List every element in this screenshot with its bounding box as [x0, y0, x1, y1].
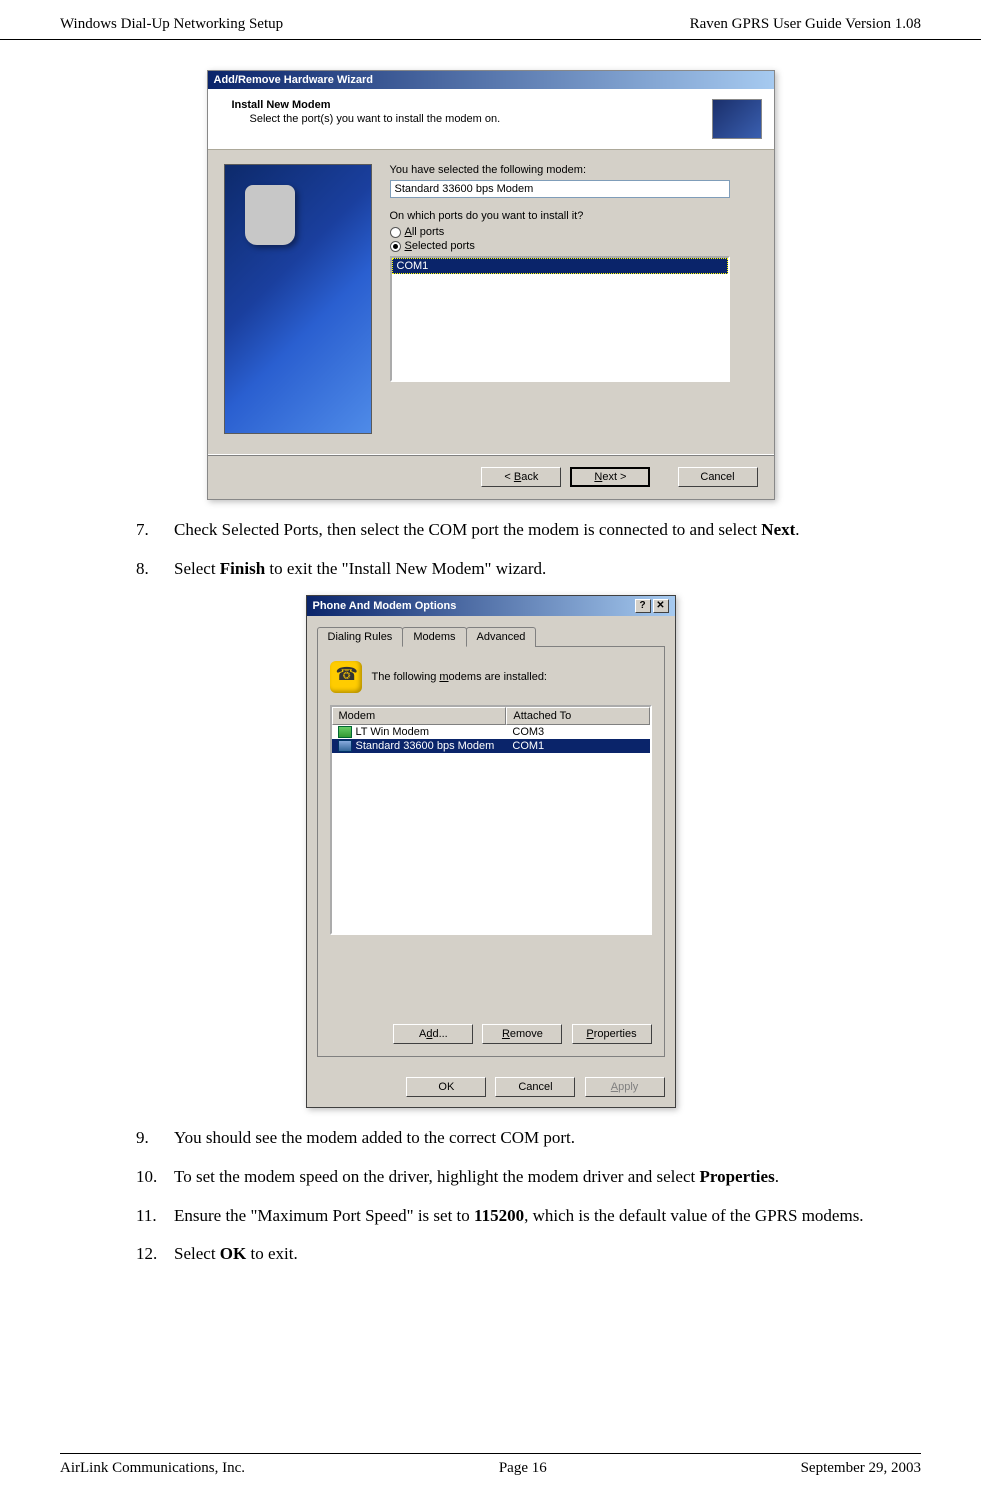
pmo-title: Phone And Modem Options	[313, 600, 457, 612]
table-row[interactable]: Standard 33600 bps Modem COM1	[332, 739, 650, 753]
hardware-banner-icon	[712, 99, 762, 139]
modems-table[interactable]: Modem Attached To LT Win Modem COM3 Stan…	[330, 705, 652, 935]
tab-advanced[interactable]: Advanced	[466, 627, 537, 647]
add-button[interactable]: Add...	[393, 1024, 473, 1044]
properties-button[interactable]: Properties	[572, 1024, 652, 1044]
add-remove-hardware-wizard: Add/Remove Hardware Wizard Install New M…	[207, 70, 775, 500]
step-number: 9.	[136, 1126, 149, 1151]
modem-icon	[338, 726, 352, 738]
apply-button[interactable]: Apply	[585, 1077, 665, 1097]
ports-listbox[interactable]: COM1	[390, 256, 730, 382]
step-number: 11.	[136, 1204, 157, 1229]
phone-icon	[330, 661, 362, 693]
radio-all-ports[interactable]: All ports	[390, 226, 758, 238]
radio-selected-label: Selected ports	[405, 240, 475, 252]
step-number: 12.	[136, 1242, 157, 1267]
close-icon[interactable]: ✕	[653, 599, 669, 613]
step-7: 7. Check Selected Ports, then select the…	[136, 518, 921, 543]
step-11: 11. Ensure the "Maximum Port Speed" is s…	[136, 1204, 921, 1229]
col-header-modem[interactable]: Modem	[332, 707, 507, 725]
tab-modems[interactable]: Modems	[402, 627, 466, 647]
back-button[interactable]: < Back	[481, 467, 561, 487]
wizard-side-graphic	[224, 164, 372, 434]
wizard-titlebar: Add/Remove Hardware Wizard	[208, 71, 774, 89]
wizard-header-strip: Install New Modem Select the port(s) you…	[208, 89, 774, 150]
tab-dialing-rules[interactable]: Dialing Rules	[317, 627, 404, 647]
step-8: 8. Select Finish to exit the "Install Ne…	[136, 557, 921, 582]
step-9: 9. You should see the modem added to the…	[136, 1126, 921, 1151]
next-button[interactable]: Next >	[570, 467, 650, 487]
radio-icon	[390, 241, 401, 252]
footer-center: Page 16	[499, 1460, 547, 1477]
step-number: 7.	[136, 518, 149, 543]
wizard-title: Add/Remove Hardware Wizard	[214, 74, 373, 86]
radio-icon	[390, 227, 401, 238]
modem-name: Standard 33600 bps Modem	[356, 740, 495, 752]
tabs: Dialing Rules Modems Advanced	[317, 626, 665, 647]
step-number: 8.	[136, 557, 149, 582]
selected-modem-prompt: You have selected the following modem:	[390, 164, 758, 176]
installed-modems-label: The following modems are installed:	[372, 671, 548, 683]
footer-right: September 29, 2003	[801, 1460, 921, 1477]
wizard-subheading: Select the port(s) you want to install t…	[250, 113, 712, 125]
cancel-button[interactable]: Cancel	[678, 467, 758, 487]
pmo-titlebar: Phone And Modem Options ? ✕	[307, 596, 675, 616]
header-right: Raven GPRS User Guide Version 1.08	[690, 16, 921, 33]
table-row[interactable]: LT Win Modem COM3	[332, 725, 650, 739]
ok-button[interactable]: OK	[406, 1077, 486, 1097]
wizard-heading: Install New Modem	[232, 99, 712, 111]
page-header: Windows Dial-Up Networking Setup Raven G…	[0, 0, 981, 40]
port-item-com1[interactable]: COM1	[392, 258, 728, 274]
step-12: 12. Select OK to exit.	[136, 1242, 921, 1267]
step-number: 10.	[136, 1165, 157, 1190]
footer-left: AirLink Communications, Inc.	[60, 1460, 245, 1477]
modem-port: COM3	[506, 725, 649, 739]
step-10: 10. To set the modem speed on the driver…	[136, 1165, 921, 1190]
col-header-attached-to[interactable]: Attached To	[506, 707, 649, 725]
help-icon[interactable]: ?	[635, 599, 651, 613]
page-footer: AirLink Communications, Inc. Page 16 Sep…	[60, 1453, 921, 1477]
radio-selected-ports[interactable]: Selected ports	[390, 240, 758, 252]
modems-tabpanel: The following modems are installed: Mode…	[317, 647, 665, 1057]
modem-icon	[338, 740, 352, 752]
remove-button[interactable]: Remove	[482, 1024, 562, 1044]
modem-name: LT Win Modem	[356, 726, 430, 738]
cancel-button[interactable]: Cancel	[495, 1077, 575, 1097]
ports-prompt: On which ports do you want to install it…	[390, 210, 758, 222]
phone-and-modem-options-dialog: Phone And Modem Options ? ✕ Dialing Rule…	[306, 595, 676, 1108]
radio-all-label: All ports	[405, 226, 445, 238]
selected-modem-display: Standard 33600 bps Modem	[390, 180, 730, 198]
header-left: Windows Dial-Up Networking Setup	[60, 16, 283, 33]
modem-port: COM1	[506, 739, 649, 753]
